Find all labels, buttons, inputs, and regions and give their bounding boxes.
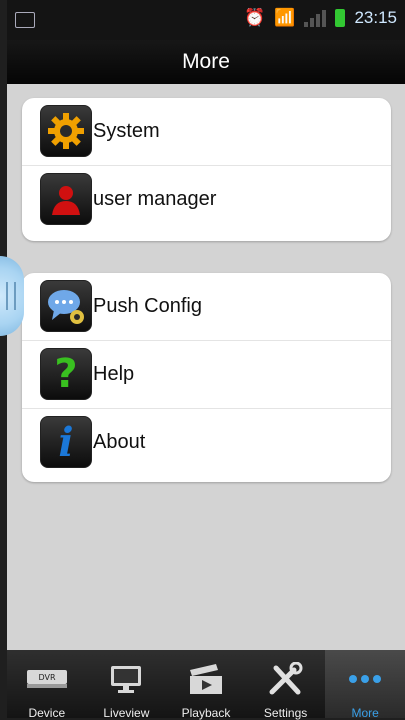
tab-device[interactable]: DVR Device	[7, 650, 87, 720]
status-time: 23:15	[354, 8, 397, 27]
playback-icon	[186, 662, 226, 696]
menu-item-system[interactable]: System	[22, 98, 391, 166]
alarm-icon: ⏰	[244, 8, 266, 27]
info-icon: i	[40, 416, 92, 468]
signal-icon	[304, 9, 327, 27]
page-title: More	[182, 50, 230, 73]
menu-item-label: user manager	[93, 188, 217, 210]
more-dots-icon	[347, 662, 383, 696]
user-icon	[40, 173, 92, 225]
menu-item-help[interactable]: ? Help	[22, 341, 391, 409]
phone-screen: ⏰ 📶 23:15 More System user manager Push …	[0, 0, 405, 720]
push-config-icon	[40, 280, 92, 332]
menu-item-push-config[interactable]: Push Config	[22, 273, 391, 341]
menu-item-label: System	[93, 120, 160, 142]
menu-item-about[interactable]: i About	[22, 409, 391, 476]
menu-group-general: System user manager	[22, 98, 391, 241]
wifi-icon: 📶	[274, 8, 296, 27]
status-indicators: ⏰ 📶 23:15	[244, 8, 397, 28]
gear-icon	[40, 105, 92, 157]
tab-liveview[interactable]: Liveview	[87, 650, 167, 720]
dvr-icon: DVR	[25, 662, 69, 696]
tab-playback[interactable]: Playback	[166, 650, 246, 720]
title-bar: More	[7, 40, 405, 85]
status-bar: ⏰ 📶 23:15	[7, 0, 405, 40]
content-area: System user manager Push Config ? Help i…	[7, 84, 405, 650]
battery-icon	[335, 9, 346, 27]
menu-item-label: Help	[93, 363, 135, 385]
side-drawer-handle[interactable]	[0, 256, 24, 336]
dvr-label: DVR	[38, 673, 55, 682]
menu-group-support: Push Config ? Help i About	[22, 273, 391, 482]
tab-more[interactable]: More	[325, 650, 405, 720]
menu-item-user-manager[interactable]: user manager	[22, 166, 391, 233]
help-icon: ?	[40, 348, 92, 400]
gallery-notification-icon	[15, 12, 35, 28]
menu-item-label: Push Config	[93, 295, 202, 317]
tools-icon	[268, 662, 304, 696]
tab-settings[interactable]: Settings	[246, 650, 326, 720]
menu-item-label: About	[93, 431, 146, 453]
monitor-icon	[108, 662, 144, 696]
bottom-tab-bar: DVR Device Liveview Playback Settings Mo…	[7, 650, 405, 720]
